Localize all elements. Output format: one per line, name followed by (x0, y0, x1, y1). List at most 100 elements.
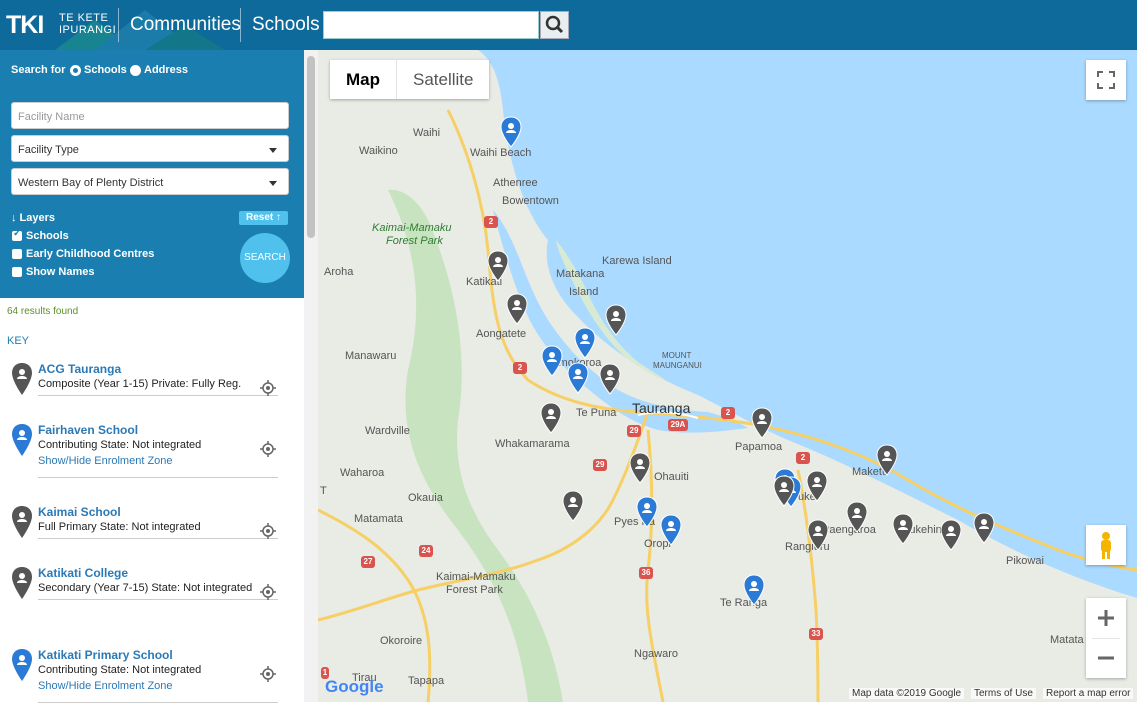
school-marker-icon[interactable] (806, 470, 828, 502)
school-marker-icon[interactable] (973, 512, 995, 544)
header-search-input[interactable] (323, 11, 539, 39)
school-marker-icon[interactable] (807, 519, 829, 551)
map-type-satellite-button[interactable]: Satellite (397, 60, 489, 99)
result-divider (38, 599, 278, 600)
terms-link[interactable]: Terms of Use (971, 688, 1036, 699)
result-description: Contributing State: Not integrated (38, 664, 202, 676)
map-label: Manawaru (345, 350, 397, 362)
school-marker-icon[interactable] (743, 574, 765, 606)
facility-name-input[interactable]: Facility Name (11, 102, 289, 129)
result-title[interactable]: ACG Tauranga (38, 362, 121, 376)
report-error-link[interactable]: Report a map error (1043, 688, 1134, 699)
zoom-control (1086, 598, 1126, 678)
school-marker-icon[interactable] (660, 514, 682, 546)
map-type-map-button[interactable]: Map (330, 60, 397, 99)
map-label: Matamata (354, 513, 403, 525)
search-for-label: Search for (11, 64, 66, 76)
facility-type-select[interactable]: Facility Type (11, 135, 289, 162)
radio-address[interactable] (130, 65, 141, 76)
map-label: Tauranga (632, 400, 691, 416)
school-marker-icon[interactable] (773, 475, 795, 507)
school-marker-icon[interactable] (487, 250, 509, 282)
map-label: Ngawaro (634, 648, 679, 660)
zoom-out-button[interactable] (1086, 638, 1126, 678)
map-data-attribution: Map data ©2019 Google (849, 688, 965, 699)
map-label: Matakana (556, 268, 605, 280)
map-label: Kaimai-Mamaku (372, 222, 452, 234)
locate-icon[interactable] (260, 380, 276, 396)
header-separator (118, 8, 119, 42)
school-marker-icon[interactable] (574, 327, 596, 359)
school-marker-icon[interactable] (599, 363, 621, 395)
search-icon (545, 15, 564, 34)
zoom-in-button[interactable] (1086, 598, 1126, 638)
layers-toggle[interactable]: ↓ Layers (11, 212, 55, 224)
locate-icon[interactable] (260, 523, 276, 539)
route-shield: 29 (593, 459, 607, 471)
school-marker-icon[interactable] (540, 402, 562, 434)
street-view-button[interactable] (1086, 525, 1126, 565)
map-label: Wardville (365, 425, 410, 437)
result-enrolment-zone-link[interactable]: Show/Hide Enrolment Zone (38, 455, 173, 467)
route-shield: 29 (627, 425, 641, 437)
result-enrolment-zone-link[interactable]: Show/Hide Enrolment Zone (38, 680, 173, 692)
site-header: TKI TE KETE IPURANGI Communities Schools (0, 0, 1137, 50)
result-description: Full Primary State: Not integrated (38, 521, 201, 533)
map-label: Waharoa (340, 467, 385, 479)
map-view[interactable]: Waihi Waihi Beach Waikino Athenree Bowen… (318, 50, 1137, 702)
map-label: Waihi Beach (470, 147, 532, 159)
school-pin-icon (12, 506, 32, 538)
facility-type-value: Facility Type (18, 144, 79, 156)
map-label: Te Puna (576, 407, 617, 419)
map-label: T (320, 485, 327, 497)
key-link[interactable]: KEY (7, 335, 29, 347)
result-title[interactable]: Kaimai School (38, 505, 121, 519)
map-label: Waikino (359, 145, 398, 157)
route-shield: 2 (484, 216, 498, 228)
map-label: Forest Park (386, 235, 443, 247)
nav-schools[interactable]: Schools (252, 14, 320, 36)
locate-icon[interactable] (260, 666, 276, 682)
result-title[interactable]: Fairhaven School (38, 423, 138, 437)
result-title[interactable]: Katikati College (38, 566, 128, 580)
nav-communities[interactable]: Communities (130, 14, 241, 36)
layer-schools-checkbox[interactable] (12, 228, 22, 241)
logo-subtitle: TE KETE IPURANGI (59, 12, 116, 36)
layer-names-checkbox[interactable] (12, 267, 22, 277)
search-button[interactable]: SEARCH (240, 233, 290, 283)
school-marker-icon[interactable] (506, 293, 528, 325)
school-marker-icon[interactable] (876, 444, 898, 476)
map-label: Pikowai (1006, 555, 1044, 567)
school-marker-icon[interactable] (636, 496, 658, 528)
logo-tki[interactable]: TKI (6, 11, 44, 40)
school-marker-icon[interactable] (500, 116, 522, 148)
map-label: Okoroire (380, 635, 423, 647)
layer-names-label: Show Names (26, 266, 95, 278)
header-separator (240, 8, 241, 42)
sidebar-scroll-thumb[interactable] (307, 56, 315, 238)
radio-schools[interactable] (70, 65, 81, 76)
fullscreen-button[interactable] (1086, 60, 1126, 100)
locate-icon[interactable] (260, 441, 276, 457)
map-label: Island (569, 286, 599, 298)
school-marker-icon[interactable] (541, 345, 563, 377)
layer-ecc-checkbox[interactable] (12, 249, 22, 259)
school-marker-icon[interactable] (892, 513, 914, 545)
result-description: Contributing State: Not integrated (38, 439, 202, 451)
reset-button[interactable]: Reset ↑ (239, 211, 288, 225)
locate-icon[interactable] (260, 584, 276, 600)
school-marker-icon[interactable] (562, 490, 584, 522)
school-marker-icon[interactable] (846, 501, 868, 533)
school-marker-icon[interactable] (751, 407, 773, 439)
result-title[interactable]: Katikati Primary School (38, 648, 173, 662)
district-select[interactable]: Western Bay of Plenty District (11, 168, 289, 195)
result-divider (38, 538, 278, 539)
school-marker-icon[interactable] (629, 452, 651, 484)
map-label: Ohauiti (654, 471, 689, 483)
results-list (0, 298, 304, 702)
school-marker-icon[interactable] (605, 304, 627, 336)
school-marker-icon[interactable] (940, 519, 962, 551)
route-shield: 33 (809, 628, 823, 640)
school-marker-icon[interactable] (567, 362, 589, 394)
header-search-button[interactable] (540, 11, 569, 39)
